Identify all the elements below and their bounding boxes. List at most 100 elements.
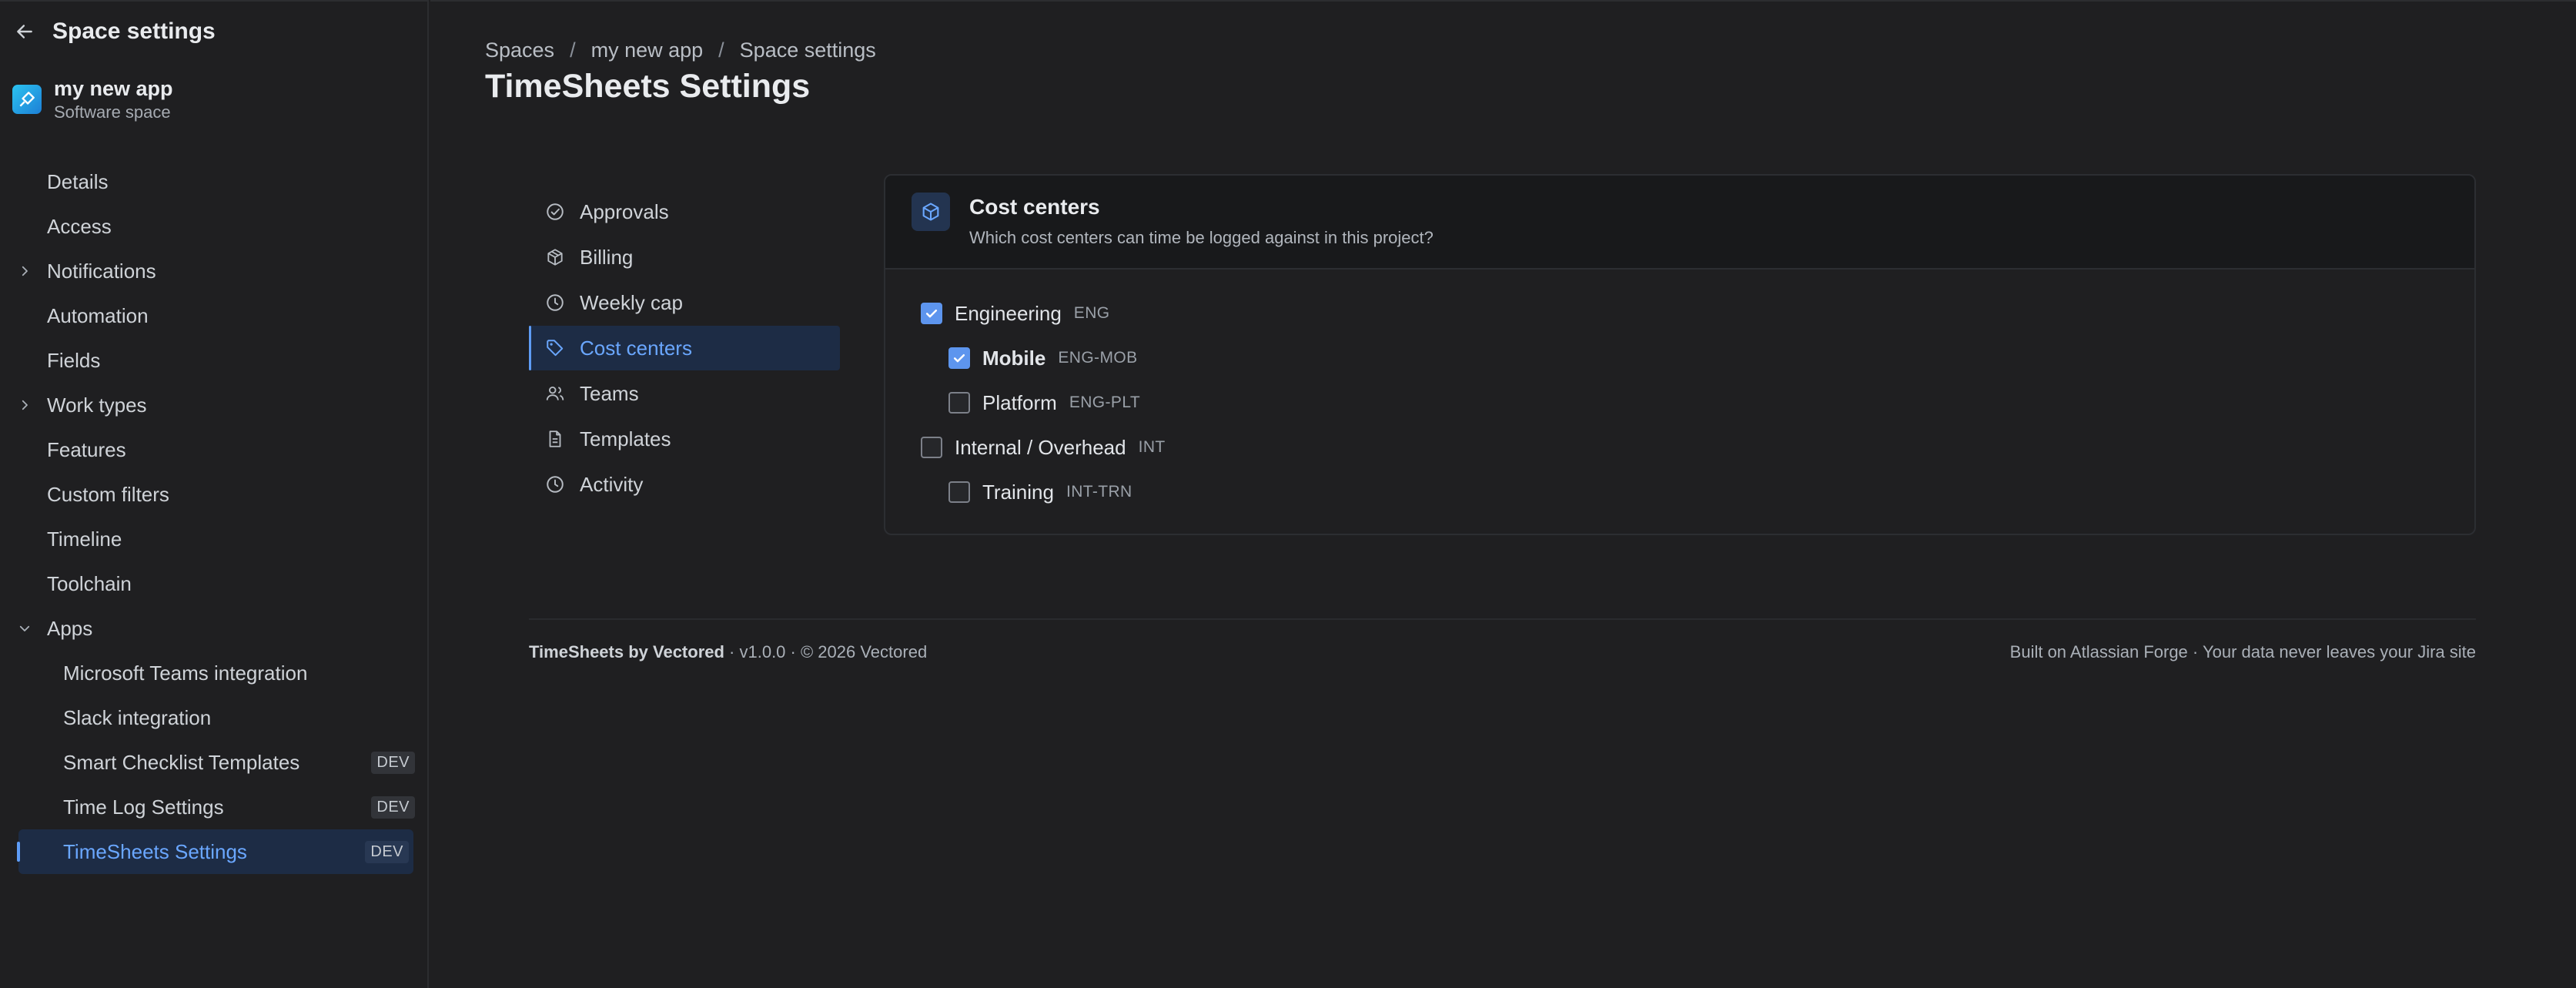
space-name: my new app <box>54 77 173 100</box>
cost-center-name: Training <box>982 480 1054 504</box>
sidebar-item-apps[interactable]: Apps <box>0 606 429 651</box>
breadcrumb: Spaces / my new app / Space settings <box>485 39 876 62</box>
checkbox[interactable] <box>948 347 970 369</box>
cost-center-code: INT-TRN <box>1066 483 1132 501</box>
sidebar-item-label: Toolchain <box>47 571 132 595</box>
cost-center-row: Mobile ENG-MOB <box>921 336 1166 380</box>
checkbox[interactable] <box>948 392 970 414</box>
chevron-right-icon[interactable] <box>15 262 34 280</box>
sidebar-item-label: Timeline <box>47 527 122 551</box>
subnav-item-weekly-cap[interactable]: Weekly cap <box>529 280 840 325</box>
space-card[interactable]: my new app Software space <box>12 75 173 123</box>
sidebar-item-label: Slack integration <box>63 705 212 729</box>
breadcrumb-separator: / <box>718 39 724 62</box>
sidebar-item-label: Details <box>47 169 109 193</box>
sidebar-header: Space settings <box>14 18 216 45</box>
checkbox[interactable] <box>921 437 942 458</box>
card-header: Cost centers Which cost centers can time… <box>885 176 2474 270</box>
breadcrumb-space-settings[interactable]: Space settings <box>740 39 876 62</box>
people-icon <box>544 383 566 404</box>
app-root: Space settings my new app Software space… <box>0 0 2576 988</box>
sidebar-item-access[interactable]: Access <box>0 204 429 249</box>
subnav-item-templates[interactable]: Templates <box>529 417 840 461</box>
footer-divider <box>529 618 2476 620</box>
sidebar-item-timeline[interactable]: Timeline <box>0 517 429 561</box>
breadcrumb-space[interactable]: my new app <box>591 39 704 62</box>
sidebar-item-label: Custom filters <box>47 482 169 506</box>
active-indicator <box>17 842 20 862</box>
footer-meta: · v1.0.0 · © 2026 Vectored <box>724 642 928 661</box>
cost-center-name: Mobile <box>982 346 1046 370</box>
chevron-down-icon[interactable] <box>15 619 34 638</box>
sidebar-item-label: TimeSheets Settings <box>63 839 247 863</box>
sidebar-item-label: Smart Checklist Templates <box>63 750 300 774</box>
sidebar-nav: Details Access Notifications Automation … <box>0 159 429 874</box>
sidebar-item-label: Features <box>47 437 126 461</box>
sidebar-item-notifications[interactable]: Notifications <box>0 249 429 293</box>
dev-badge: DEV <box>371 795 415 819</box>
footer-right: Built on Atlassian Forge · Your data nev… <box>2009 642 2476 661</box>
breadcrumb-spaces[interactable]: Spaces <box>485 39 554 62</box>
cost-center-code: INT <box>1138 438 1166 456</box>
card-subtitle: Which cost centers can time be logged ag… <box>969 228 1434 247</box>
arrow-left-icon[interactable] <box>14 21 35 42</box>
check-circle-icon <box>544 201 566 223</box>
subnav-item-label: Approvals <box>580 199 669 223</box>
sidebar-item-features[interactable]: Features <box>0 427 429 472</box>
subnav-item-activity[interactable]: Activity <box>529 462 840 507</box>
cost-center-code: ENG-MOB <box>1058 349 1138 367</box>
cost-center-row: Platform ENG-PLT <box>921 380 1166 425</box>
sidebar-item-label: Microsoft Teams integration <box>63 661 308 685</box>
sidebar-item-fields[interactable]: Fields <box>0 338 429 383</box>
tag-icon <box>544 337 566 359</box>
subnav-item-label: Billing <box>580 245 634 269</box>
cost-center-name: Engineering <box>955 301 1062 325</box>
sidebar-item-smart-checklist[interactable]: Smart Checklist Templates DEV <box>0 740 429 785</box>
cost-center-name: Platform <box>982 390 1057 414</box>
cube-icon <box>912 193 950 231</box>
main-content: Spaces / my new app / Space settings Tim… <box>430 0 2576 988</box>
dev-badge: DEV <box>365 840 409 863</box>
cost-center-row: Internal / Overhead INT <box>921 425 1166 470</box>
sidebar-item-label: Notifications <box>47 259 156 283</box>
footer-brand: TimeSheets by Vectored <box>529 642 724 661</box>
sidebar-item-automation[interactable]: Automation <box>0 293 429 338</box>
sidebar-item-custom-filters[interactable]: Custom filters <box>0 472 429 517</box>
subnav-item-billing[interactable]: Billing <box>529 235 840 280</box>
sidebar-item-work-types[interactable]: Work types <box>0 383 429 427</box>
breadcrumb-separator: / <box>570 39 576 62</box>
sidebar-item-microsoft-teams[interactable]: Microsoft Teams integration <box>0 651 429 695</box>
subnav-item-label: Teams <box>580 381 639 405</box>
checkbox[interactable] <box>948 481 970 503</box>
space-info: my new app Software space <box>54 75 173 123</box>
checkbox[interactable] <box>921 303 942 324</box>
subnav-item-cost-centers[interactable]: Cost centers <box>529 326 840 370</box>
sidebar-item-timesheets-settings[interactable]: TimeSheets Settings DEV <box>17 829 413 874</box>
sidebar-item-label: Fields <box>47 348 101 372</box>
sidebar-item-toolchain[interactable]: Toolchain <box>0 561 429 606</box>
sidebar-title: Space settings <box>52 18 216 44</box>
sidebar: Space settings my new app Software space… <box>0 0 429 988</box>
cost-center-name: Internal / Overhead <box>955 435 1126 459</box>
card-title: Cost centers <box>969 195 1100 219</box>
settings-subnav: Approvals Billing Weekly cap Cost center… <box>529 189 840 507</box>
cost-center-row: Engineering ENG <box>921 291 1166 336</box>
page-title: TimeSheets Settings <box>485 68 811 105</box>
dev-badge: DEV <box>371 751 415 774</box>
chevron-right-icon[interactable] <box>15 396 34 414</box>
cost-center-code: ENG-PLT <box>1069 394 1141 411</box>
subnav-item-approvals[interactable]: Approvals <box>529 189 840 234</box>
cost-centers-card: Cost centers Which cost centers can time… <box>884 174 2476 535</box>
subnav-item-label: Weekly cap <box>580 290 683 314</box>
sidebar-item-label: Work types <box>47 393 147 417</box>
cost-center-code: ENG <box>1073 304 1110 322</box>
subnav-item-teams[interactable]: Teams <box>529 371 840 416</box>
sidebar-item-time-log-settings[interactable]: Time Log Settings DEV <box>0 785 429 829</box>
sidebar-item-details[interactable]: Details <box>0 159 429 204</box>
sidebar-item-slack[interactable]: Slack integration <box>0 695 429 740</box>
sidebar-item-label: Automation <box>47 303 149 327</box>
footer-left: TimeSheets by Vectored · v1.0.0 · © 2026… <box>529 642 927 662</box>
sidebar-item-label: Access <box>47 214 112 238</box>
document-icon <box>544 428 566 450</box>
subnav-item-label: Cost centers <box>580 336 692 360</box>
